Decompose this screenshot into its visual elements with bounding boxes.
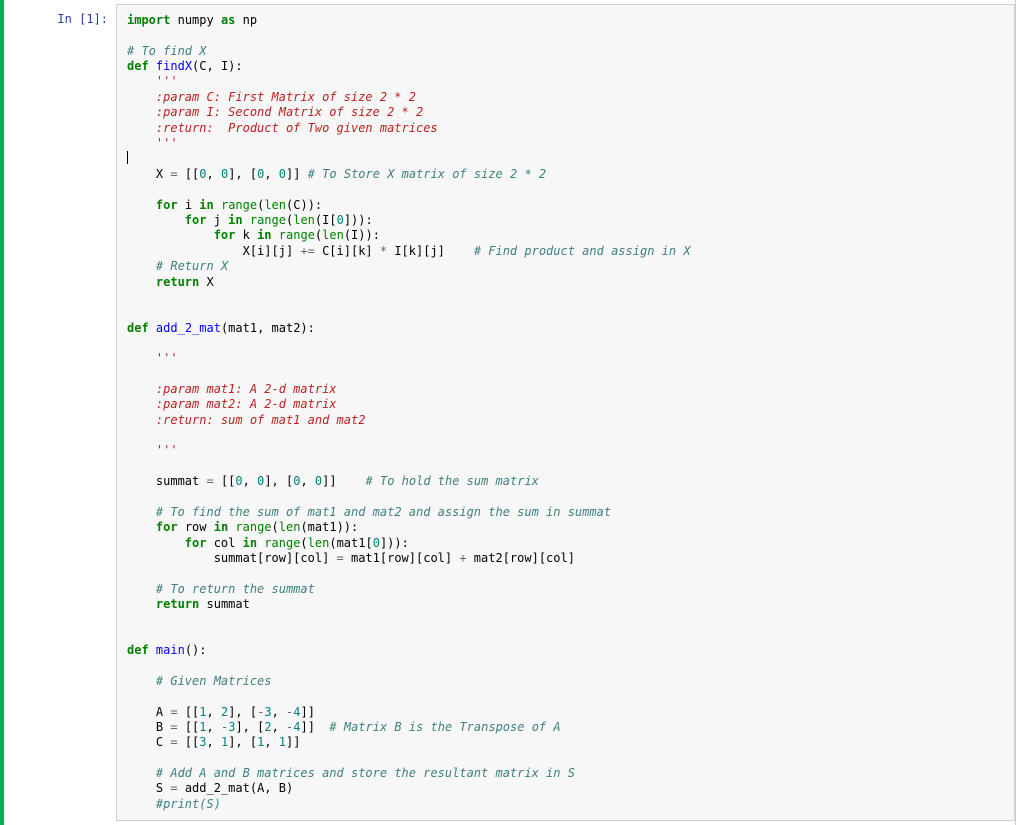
code-token: import: [127, 13, 170, 27]
code-token: in: [199, 198, 213, 212]
code-token: # To Store X matrix of size 2 * 2: [308, 167, 546, 181]
code-token: return: [156, 597, 199, 611]
code-token: def: [127, 59, 149, 73]
cell-prompt: In [1]:: [4, 4, 116, 26]
code-token: # Return X: [156, 259, 228, 273]
code-token: 0: [235, 474, 242, 488]
code-token: range: [250, 213, 286, 227]
code-token: 2: [221, 705, 228, 719]
code-token: ''': [127, 443, 178, 457]
code-token: as: [221, 13, 235, 27]
code-token: :return: Product of Two given matrices: [127, 121, 438, 135]
code-token: for: [214, 228, 236, 242]
code-token: def: [127, 321, 149, 335]
code-token: range: [279, 228, 315, 242]
code-token: =: [206, 474, 213, 488]
code-editor[interactable]: import numpy as np # To find X def findX…: [116, 4, 1015, 821]
code-token: 1: [257, 735, 264, 749]
notebook-selected-cell: In [1]: import numpy as np # To find X d…: [0, 0, 1016, 825]
code-token: # To find X: [127, 44, 206, 58]
code-token: 0: [257, 167, 264, 181]
code-token: 0: [279, 167, 286, 181]
code-token: 3: [199, 735, 206, 749]
code-token: 4: [293, 720, 300, 734]
code-token: :param C: First Matrix of size 2 * 2: [127, 90, 416, 104]
code-token: =: [337, 551, 344, 565]
code-token: :return: sum of mat1 and mat2: [127, 413, 365, 427]
code-token: :param mat2: A 2-d matrix: [127, 397, 337, 411]
code-token: 0: [221, 167, 228, 181]
code-token: len: [264, 198, 286, 212]
code-token: 1: [221, 735, 228, 749]
code-token: :param I: Second Matrix of size 2 * 2: [127, 105, 423, 119]
code-token: 0: [293, 474, 300, 488]
code-token: +=: [300, 244, 314, 258]
code-token: # Add A and B matrices and store the res…: [156, 766, 575, 780]
code-token: main: [156, 643, 185, 657]
code-token: 0: [199, 167, 206, 181]
code-token: #print(S): [156, 797, 221, 811]
code-token: len: [308, 536, 330, 550]
code-token: # To find the sum of mat1 and mat2 and a…: [156, 505, 611, 519]
code-token: for: [185, 213, 207, 227]
code-token: 0: [373, 536, 380, 550]
code-token: add_2_mat: [156, 321, 221, 335]
code-token: np: [243, 13, 257, 27]
code-token: in: [257, 228, 271, 242]
code-token: 4: [293, 705, 300, 719]
code-token: len: [322, 228, 344, 242]
code-token: in: [228, 213, 242, 227]
code-token: # Matrix B is the Transpose of A: [329, 720, 560, 734]
code-token: =: [170, 720, 177, 734]
code-token: 0: [315, 474, 322, 488]
code-token: ''': [127, 136, 178, 150]
code-token: range: [221, 198, 257, 212]
code-token: in: [214, 520, 228, 534]
code-token: ''': [156, 351, 178, 365]
code-token: 3: [264, 705, 271, 719]
code-token: numpy: [178, 13, 214, 27]
code-token: *: [380, 244, 387, 258]
code-token: 3: [228, 720, 235, 734]
code-token: range: [264, 536, 300, 550]
text-cursor: [127, 151, 128, 164]
code-token: 1: [199, 705, 206, 719]
code-token: =: [170, 705, 177, 719]
code-token: for: [156, 520, 178, 534]
code-token: return: [156, 275, 199, 289]
code-token: def: [127, 643, 149, 657]
code-token: =: [170, 781, 177, 795]
code-token: for: [185, 536, 207, 550]
code-token: 0: [257, 474, 264, 488]
code-token: len: [293, 213, 315, 227]
code-token: 2: [264, 720, 271, 734]
code-token: # Find product and assign in X: [474, 244, 691, 258]
code-cell: In [1]: import numpy as np # To find X d…: [4, 4, 1015, 821]
code-token: +: [459, 551, 466, 565]
code-token: :param mat1: A 2-d matrix: [127, 382, 337, 396]
code-token: in: [243, 536, 257, 550]
code-token: =: [170, 735, 177, 749]
code-token: for: [156, 198, 178, 212]
code-token: # To hold the sum matrix: [366, 474, 539, 488]
code-token: =: [170, 167, 177, 181]
code-token: 1: [199, 720, 206, 734]
code-token: # Given Matrices: [156, 674, 272, 688]
code-token: range: [235, 520, 271, 534]
code-token: ''': [156, 74, 178, 88]
code-token: 1: [279, 735, 286, 749]
code-token: # To return the summat: [156, 582, 315, 596]
code-token: len: [279, 520, 301, 534]
code-token: findX: [156, 59, 192, 73]
code-token: 0: [337, 213, 344, 227]
